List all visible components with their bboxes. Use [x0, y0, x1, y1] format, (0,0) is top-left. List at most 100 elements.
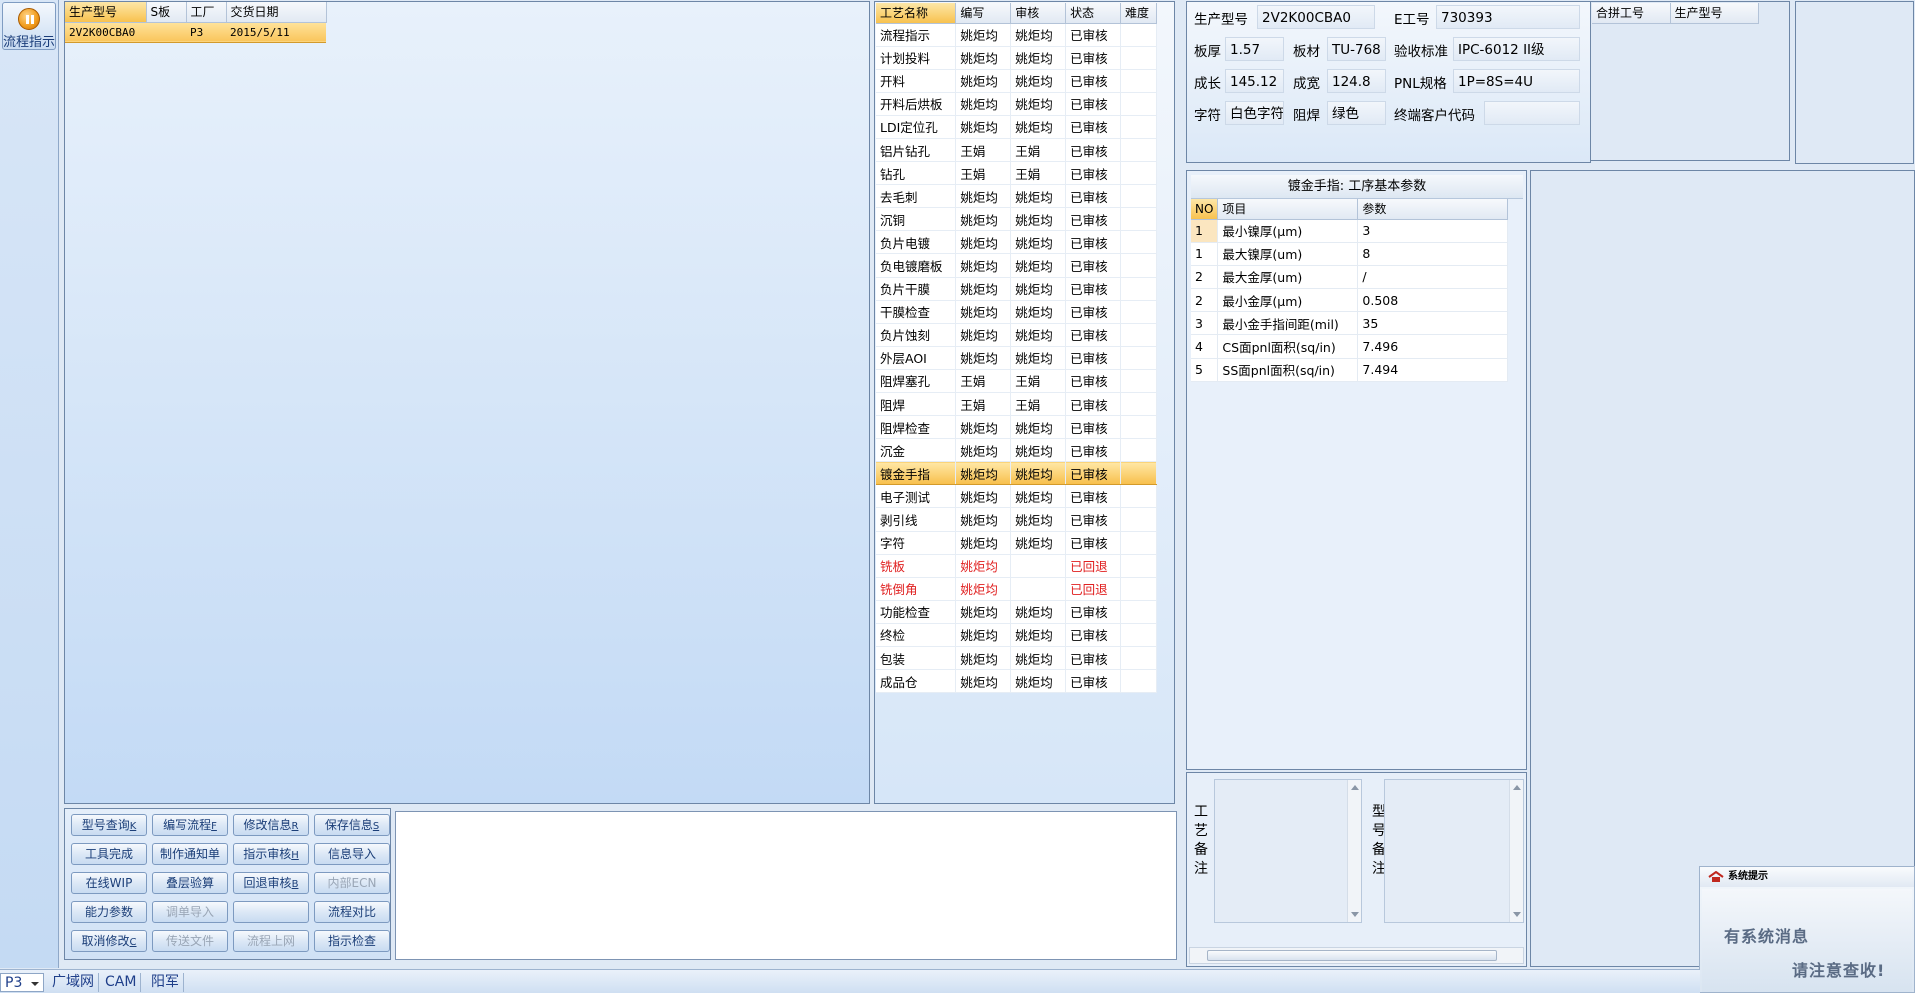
- col-header-process[interactable]: 工艺名称: [876, 3, 957, 24]
- col-header-s-board[interactable]: S板: [146, 2, 187, 23]
- action-button-5[interactable]: 制作通知单: [152, 843, 228, 865]
- action-button-0[interactable]: 型号查询K: [71, 814, 147, 836]
- thickness-field[interactable]: 1.57: [1225, 37, 1284, 61]
- col-header-combine-model[interactable]: 生产型号: [1670, 3, 1759, 24]
- cell-name: 成品仓: [876, 669, 957, 694]
- action-button-9[interactable]: 叠层验算: [152, 872, 228, 894]
- action-button-4[interactable]: 工具完成: [71, 843, 147, 865]
- col-header-writer[interactable]: 编写: [955, 3, 1012, 24]
- col-header-item[interactable]: 项目: [1217, 199, 1359, 220]
- table-row[interactable]: 外层AOI 姚炬均 姚炬均 已审核: [876, 346, 1157, 370]
- table-row[interactable]: 去毛刺 姚炬均 姚炬均 已审核: [876, 184, 1157, 209]
- vertical-scrollbar[interactable]: [1347, 780, 1361, 922]
- factory-select[interactable]: P3: [0, 973, 44, 992]
- col-header-delivery-date[interactable]: 交货日期: [226, 2, 327, 23]
- action-button-18[interactable]: 流程上网: [233, 930, 309, 952]
- action-button-2[interactable]: 修改信息R: [233, 814, 309, 836]
- table-row[interactable]: 成品仓 姚炬均 姚炬均 已审核: [876, 669, 1157, 694]
- table-row[interactable]: 计划投料 姚炬均 姚炬均 已审核: [876, 46, 1157, 70]
- table-row[interactable]: 钻孔 王娟 王娟 已审核: [876, 161, 1157, 186]
- table-row[interactable]: 阻焊检查 姚炬均 姚炬均 已审核: [876, 415, 1157, 440]
- customer-code-field[interactable]: [1484, 101, 1580, 125]
- shortcut-key: B: [291, 879, 299, 890]
- col-header-difficulty[interactable]: 难度: [1120, 3, 1157, 24]
- action-button-13[interactable]: 调单导入: [152, 901, 228, 923]
- e-number-field[interactable]: 730393: [1436, 5, 1580, 29]
- table-row[interactable]: 负片电镀 姚炬均 姚炬均 已审核: [876, 230, 1157, 255]
- col-header-value[interactable]: 参数: [1357, 199, 1509, 220]
- table-row[interactable]: 2 最小金厚(μm) 0.508: [1191, 288, 1509, 313]
- col-header-model[interactable]: 生产型号: [65, 2, 147, 23]
- table-row[interactable]: 负片蚀刻 姚炬均 姚炬均 已审核: [876, 323, 1157, 347]
- table-row[interactable]: 开料 姚炬均 姚炬均 已审核: [876, 69, 1157, 93]
- action-button-19[interactable]: 指示检查: [314, 930, 390, 952]
- table-row[interactable]: 铣倒角 姚炬均 已回退: [876, 577, 1157, 601]
- model-remark-memo[interactable]: [1384, 779, 1524, 923]
- material-field[interactable]: TU-768: [1327, 37, 1386, 61]
- action-button-7[interactable]: 信息导入: [314, 843, 390, 865]
- table-row[interactable]: 干膜检查 姚炬均 姚炬均 已审核: [876, 300, 1157, 324]
- horizontal-scrollbar[interactable]: [1189, 947, 1524, 964]
- action-button-1[interactable]: 编写流程F: [152, 814, 228, 836]
- standard-field[interactable]: IPC-6012 II级: [1453, 37, 1580, 61]
- cell-status: 已审核: [1065, 323, 1121, 347]
- flow-instruction-button[interactable]: 流程指示: [2, 2, 56, 50]
- action-button-14[interactable]: [233, 901, 309, 923]
- col-header-reviewer[interactable]: 审核: [1010, 3, 1067, 24]
- length-field[interactable]: 145.12: [1225, 69, 1284, 93]
- table-row[interactable]: 开料后烘板 姚炬均 姚炬均 已审核: [876, 92, 1157, 116]
- table-row[interactable]: 负电镀磨板 姚炬均 姚炬均 已审核: [876, 253, 1157, 278]
- table-row[interactable]: 1 最小镍厚(μm) 3: [1191, 219, 1509, 243]
- action-button-17[interactable]: 传送文件: [152, 930, 228, 952]
- scroll-thumb[interactable]: [1207, 950, 1497, 961]
- mask-field[interactable]: 绿色: [1327, 101, 1386, 125]
- table-row[interactable]: 铣板 姚炬均 已回退: [876, 554, 1157, 578]
- action-button-11[interactable]: 内部ECN: [314, 872, 390, 894]
- table-row[interactable]: 2 最大金厚(um) /: [1191, 265, 1509, 290]
- pnl-field[interactable]: 1P=8S=4U: [1453, 69, 1580, 93]
- width-field[interactable]: 124.8: [1327, 69, 1386, 93]
- table-row[interactable]: 镀金手指 姚炬均 姚炬均 已审核: [876, 461, 1157, 486]
- cell-name: 负电镀磨板: [876, 253, 957, 278]
- table-row[interactable]: 沉铜 姚炬均 姚炬均 已审核: [876, 207, 1157, 232]
- col-header-factory[interactable]: 工厂: [186, 2, 227, 23]
- cell-reviewer: 姚炬均: [1010, 253, 1067, 278]
- table-row[interactable]: 剥引线 姚炬均 姚炬均 已审核: [876, 507, 1157, 532]
- table-row[interactable]: 终检 姚炬均 姚炬均 已审核: [876, 623, 1157, 648]
- table-row[interactable]: 流程指示 姚炬均 姚炬均 已审核: [876, 23, 1157, 47]
- system-notification[interactable]: 系统提示 有系统消息 请注意查收!: [1699, 866, 1915, 993]
- table-row[interactable]: 功能检查 姚炬均 姚炬均 已审核: [876, 600, 1157, 624]
- char-field[interactable]: 白色字符: [1225, 101, 1284, 125]
- model-field[interactable]: 2V2K00CBA0: [1257, 5, 1375, 29]
- action-button-12[interactable]: 能力参数: [71, 901, 147, 923]
- table-row[interactable]: 沉金 姚炬均 姚炬均 已审核: [876, 438, 1157, 463]
- process-remark-memo[interactable]: [1214, 779, 1362, 923]
- action-button-16[interactable]: 取消修改C: [71, 930, 147, 952]
- col-header-status[interactable]: 状态: [1065, 3, 1121, 24]
- table-row[interactable]: 1 最大镍厚(um) 8: [1191, 242, 1509, 266]
- message-box[interactable]: [395, 811, 1177, 960]
- table-row[interactable]: 铝片钻孔 王娟 王娟 已审核: [876, 138, 1157, 163]
- table-row[interactable]: 负片干膜 姚炬均 姚炬均 已审核: [876, 277, 1157, 301]
- table-row[interactable]: 3 最小金手指间距(mil) 35: [1191, 311, 1509, 336]
- cell-name: LDI定位孔: [876, 115, 957, 139]
- table-row[interactable]: 包装 姚炬均 姚炬均 已审核: [876, 646, 1157, 671]
- vertical-scrollbar[interactable]: [1509, 780, 1523, 922]
- col-header-no[interactable]: NO: [1191, 199, 1219, 220]
- table-row[interactable]: 字符 姚炬均 姚炬均 已审核: [876, 531, 1157, 555]
- cell-reviewer: 姚炬均: [1010, 438, 1067, 463]
- table-row[interactable]: 4 CS面pnl面积(sq/in) 7.496: [1191, 334, 1509, 359]
- action-button-6[interactable]: 指示审核H: [233, 843, 309, 865]
- table-row[interactable]: 电子测试 姚炬均 姚炬均 已审核: [876, 484, 1157, 509]
- table-row[interactable]: LDI定位孔 姚炬均 姚炬均 已审核: [876, 115, 1157, 139]
- action-button-3[interactable]: 保存信息S: [314, 814, 390, 836]
- action-button-10[interactable]: 回退审核B: [233, 872, 309, 894]
- table-row[interactable]: 5 SS面pnl面积(sq/in) 7.494: [1191, 358, 1509, 382]
- action-button-15[interactable]: 流程对比: [314, 901, 390, 923]
- table-row[interactable]: 阻焊 王娟 王娟 已审核: [876, 392, 1157, 417]
- cell-reviewer: 姚炬均: [1010, 115, 1067, 139]
- col-header-combine-no[interactable]: 合拼工号: [1592, 3, 1671, 24]
- table-row[interactable]: 阻焊塞孔 王娟 王娟 已审核: [876, 369, 1157, 394]
- action-button-8[interactable]: 在线WIP: [71, 872, 147, 894]
- table-row[interactable]: 2V2K00CBA0 P3 2015/5/11: [65, 21, 326, 43]
